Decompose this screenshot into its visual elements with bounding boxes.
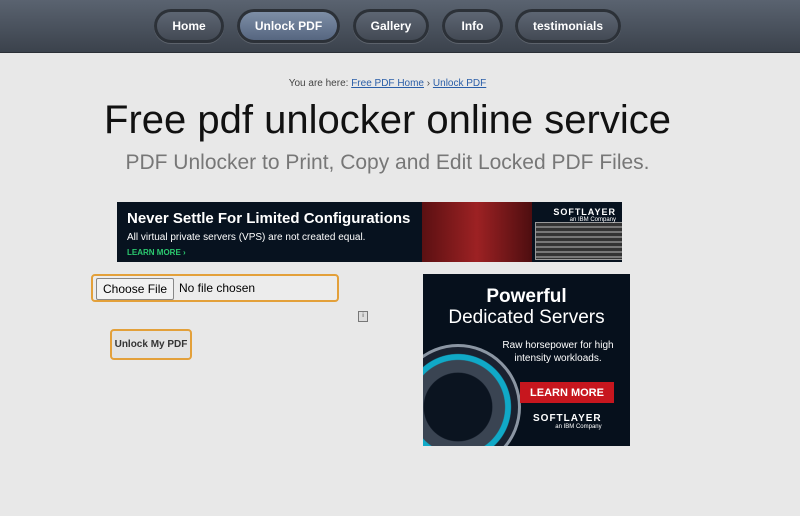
file-status-text: No file chosen bbox=[179, 281, 256, 295]
banner-ad-learn-more[interactable]: LEARN MORE › bbox=[127, 248, 186, 257]
server-rack-image bbox=[535, 222, 622, 260]
top-navigation-bar: Home Unlock PDF Gallery Info testimonial… bbox=[0, 0, 800, 53]
choose-file-button[interactable]: Choose File bbox=[96, 278, 175, 300]
banner-ad-headline: Never Settle For Limited Configurations bbox=[127, 210, 411, 227]
side-ad-brand: SOFTLAYER bbox=[533, 413, 602, 424]
breadcrumb: You are here: Free PDF Home › Unlock PDF bbox=[0, 78, 775, 89]
unlock-my-pdf-button[interactable]: Unlock My PDF bbox=[110, 329, 192, 360]
nav-info-label[interactable]: Info bbox=[445, 12, 500, 40]
breadcrumb-prefix: You are here: bbox=[288, 78, 349, 89]
nav-gallery-label[interactable]: Gallery bbox=[356, 12, 426, 40]
banner-ad-brand-sub: an IBM Company bbox=[569, 217, 616, 223]
nav-testimonials-label[interactable]: testimonials bbox=[518, 12, 618, 40]
side-ad-headline: Powerful bbox=[486, 286, 567, 307]
side-ad-brand-sub: an IBM Company bbox=[555, 424, 602, 430]
nav-testimonials[interactable]: testimonials bbox=[515, 9, 621, 43]
nav-info[interactable]: Info bbox=[442, 9, 503, 43]
nav-home[interactable]: Home bbox=[154, 9, 224, 43]
banner-ad[interactable]: Never Settle For Limited Configurations … bbox=[117, 202, 622, 262]
page-subtitle: PDF Unlocker to Print, Copy and Edit Loc… bbox=[125, 151, 650, 174]
side-ad-brand-logo: SOFTLAYER an IBM Company bbox=[533, 413, 602, 430]
banner-ad-brand: SOFTLAYER bbox=[553, 207, 616, 217]
nav-gallery[interactable]: Gallery bbox=[353, 9, 429, 43]
banner-ad-brand-logo: SOFTLAYER an IBM Company bbox=[553, 207, 616, 223]
breadcrumb-home-link[interactable]: Free PDF Home bbox=[351, 78, 424, 89]
breadcrumb-separator: › bbox=[426, 78, 431, 89]
breadcrumb-current-link[interactable]: Unlock PDF bbox=[433, 78, 486, 89]
nav-unlock-pdf-label[interactable]: Unlock PDF bbox=[240, 12, 337, 40]
ad-choice-icon[interactable]: i bbox=[358, 311, 368, 322]
side-ad-learn-more-button[interactable]: LEARN MORE bbox=[520, 382, 614, 403]
file-input[interactable]: Choose File No file chosen bbox=[91, 274, 339, 302]
banner-ad-subtext: All virtual private servers (VPS) are no… bbox=[127, 232, 366, 243]
nav-unlock-pdf[interactable]: Unlock PDF bbox=[237, 9, 340, 43]
side-ad-headline-2: Dedicated Servers bbox=[448, 307, 605, 328]
page-title: Free pdf unlocker online service bbox=[104, 98, 671, 142]
banner-ad-graphic bbox=[422, 202, 532, 262]
nav-home-label[interactable]: Home bbox=[157, 12, 221, 40]
side-ad[interactable]: Powerful Dedicated Servers Raw horsepowe… bbox=[423, 274, 630, 446]
side-ad-body: Raw horsepower for high intensity worklo… bbox=[502, 340, 614, 364]
